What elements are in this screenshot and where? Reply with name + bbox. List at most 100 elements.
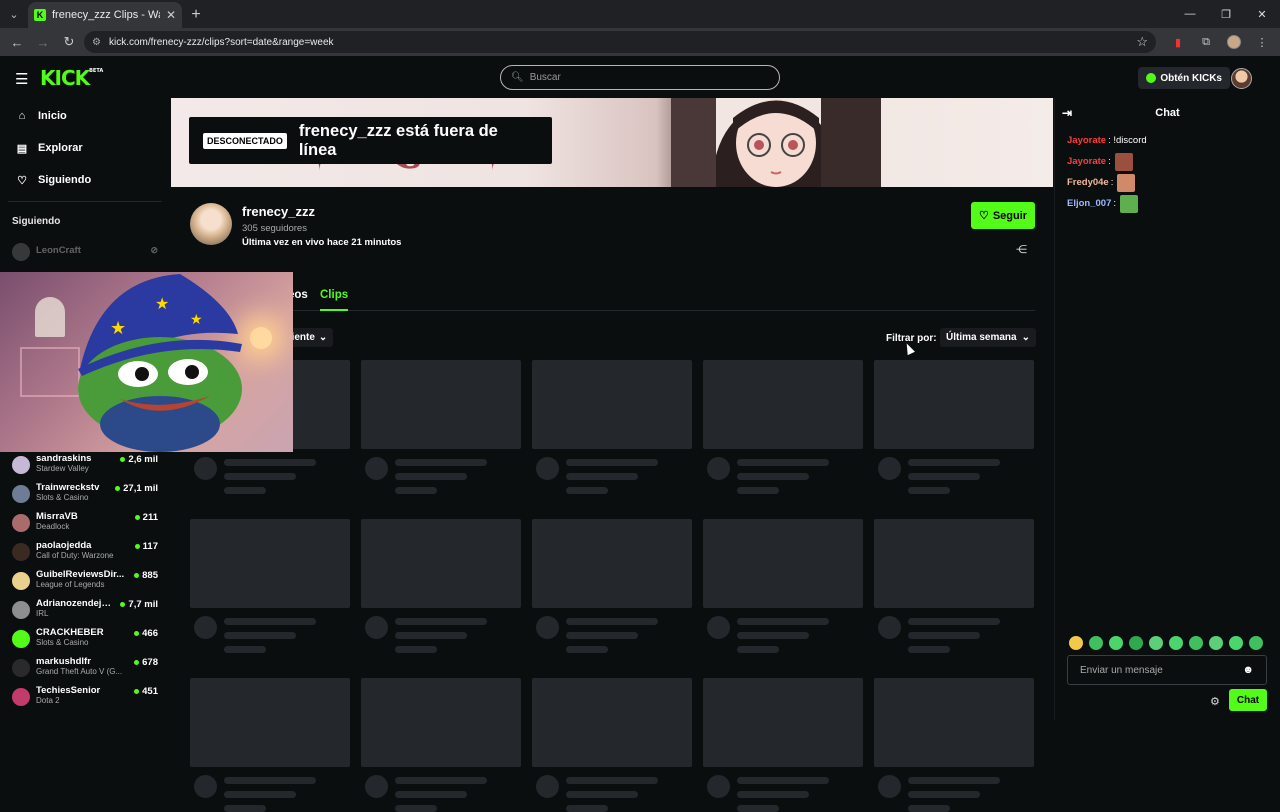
skeleton-avatar [536, 457, 559, 480]
chat-message: Fredy04e: [1055, 172, 1280, 193]
browser-tab[interactable]: K frenecy_zzz Clips - Watch Live o ✕ [28, 2, 182, 28]
emote-icon[interactable] [1189, 636, 1203, 650]
channel-offline[interactable]: LeonCraft ⊘ [0, 236, 170, 265]
profile-icon[interactable] [1222, 31, 1246, 53]
chat-text: : !discord [1108, 135, 1147, 146]
restore-icon[interactable]: ❐ [1208, 0, 1244, 28]
sidebar-channel-item[interactable]: GuibelReviewsDir... League of Legends 885 [0, 569, 170, 598]
viewer-count: 2,6 mil [120, 454, 158, 465]
chat-settings-icon[interactable]: ⚙ [1210, 695, 1220, 708]
skeleton-line [395, 646, 437, 653]
clip-thumbnail-placeholder [532, 360, 692, 449]
user-avatar[interactable] [1231, 68, 1252, 89]
sidebar-channel-item[interactable]: Adrianozendeja... IRL 7,7 mil [0, 598, 170, 627]
menu-icon[interactable]: ☰ [15, 70, 28, 88]
avatar [12, 485, 30, 503]
skeleton-line [908, 632, 980, 639]
range-select[interactable]: Última semana ⌄ [940, 328, 1036, 347]
emote-icon[interactable] [1249, 636, 1263, 650]
webcam-overlay: ★ ★ ★ ★ [0, 272, 293, 452]
close-tab-icon[interactable]: ✕ [166, 8, 176, 22]
sidebar-item-explore[interactable]: ▤ Explorar [0, 132, 170, 164]
sidebar-channel-item[interactable]: MisrraVB Deadlock 211 [0, 511, 170, 540]
follow-button[interactable]: ♡ Seguir [971, 202, 1035, 229]
emote-icon[interactable] [1229, 636, 1243, 650]
emote-icon[interactable] [1149, 636, 1163, 650]
tab-title: frenecy_zzz Clips - Watch Live o [52, 9, 160, 21]
viewer-count: 211 [134, 512, 158, 523]
skeleton-line [908, 646, 950, 653]
emote-icon[interactable] [1169, 636, 1183, 650]
site-info-icon[interactable]: ⚙ [92, 37, 101, 48]
minimize-icon[interactable]: — [1172, 0, 1208, 28]
skeleton-line [908, 777, 1000, 784]
chat-input[interactable]: Enviar un mensaje ☻ [1067, 655, 1267, 685]
extension-icon[interactable]: ▮ [1166, 31, 1190, 53]
clip-thumbnail-placeholder [361, 678, 521, 767]
sidebar-item-following[interactable]: ♡ Siguiendo [0, 164, 170, 196]
back-icon[interactable]: ← [6, 31, 28, 53]
emote-icon[interactable] [1089, 636, 1103, 650]
forward-icon[interactable]: → [32, 31, 54, 53]
follower-count: 305 seguidores [242, 223, 307, 234]
chat-username[interactable]: Fredy04e [1067, 177, 1109, 188]
filter-label: Filtrar por: [886, 333, 937, 344]
reload-icon[interactable]: ↻ [58, 31, 80, 53]
chat-username[interactable]: Eljon_007 [1067, 198, 1111, 209]
tab-search-icon[interactable]: ⌄ [0, 0, 28, 28]
search-icon: 🔍︎ [511, 72, 524, 83]
get-kicks-button[interactable]: Obtén KICKs [1138, 67, 1230, 89]
channel-name: frenecy_zzz [242, 204, 315, 219]
offline-banner: ✦ ❦ ✦ DESCONECTADO frenecy_zzz está fuer… [171, 98, 1053, 187]
skeleton-line [737, 805, 779, 812]
clip-thumbnail-placeholder [703, 360, 863, 449]
browser-menu-icon[interactable]: ⋮ [1250, 31, 1274, 53]
extensions-puzzle-icon[interactable]: ⧉ [1194, 31, 1218, 53]
emote-icon[interactable] [1069, 636, 1083, 650]
channel-name: markushdlfr [36, 656, 91, 667]
clip-thumbnail-placeholder [874, 678, 1034, 767]
svg-text:★: ★ [155, 296, 169, 313]
sidebar-item-home[interactable]: ⌂ Inicio [0, 100, 170, 132]
channel-info: TechiesSenior Dota 2 [36, 685, 128, 705]
tab-clips[interactable]: Clips [320, 289, 349, 311]
chat-username[interactable]: Jayorate [1067, 156, 1106, 167]
bookmark-star-icon[interactable]: ☆ [1136, 34, 1148, 50]
clip-card-skeleton [190, 678, 350, 812]
address-bar: ← → ↻ ⚙ kick.com/frenecy-zzz/clips?sort=… [0, 28, 1280, 56]
sidebar-channel-item[interactable]: TechiesSenior Dota 2 451 [0, 685, 170, 714]
live-dot-icon [134, 515, 140, 520]
chat-message: Eljon_007: [1055, 193, 1280, 214]
live-dot-icon [115, 486, 121, 491]
channel-category: Stardew Valley [36, 464, 89, 473]
emote-icon[interactable] [1129, 636, 1143, 650]
skeleton-line [737, 777, 829, 784]
sidebar-channel-item[interactable]: Trainwreckstv Slots & Casino 27,1 mil [0, 482, 170, 511]
chat-username[interactable]: Jayorate [1067, 135, 1106, 146]
search-input[interactable]: 🔍︎ Buscar [500, 65, 780, 90]
new-tab-icon[interactable]: + [182, 2, 210, 28]
skeleton-line [395, 777, 487, 784]
emote-icon[interactable] [1109, 636, 1123, 650]
clip-card-skeleton [532, 360, 692, 494]
offline-icon: ⊘ [150, 245, 158, 255]
channel-avatar[interactable] [190, 203, 232, 245]
share-icon[interactable]: ⋲ [1016, 243, 1027, 256]
send-chat-button[interactable]: Chat [1229, 689, 1267, 711]
url-field[interactable]: ⚙ kick.com/frenecy-zzz/clips?sort=date&r… [84, 31, 1156, 53]
window-controls: — ❐ ✕ [1172, 0, 1280, 28]
sidebar-channel-item[interactable]: markushdlfr Grand Theft Auto V (G... 678 [0, 656, 170, 685]
sidebar-channel-item[interactable]: CRACKHEBER Slots & Casino 466 [0, 627, 170, 656]
emoji-icon[interactable]: ☻ [1242, 664, 1254, 676]
channel-category: Call of Duty: Warzone [36, 551, 114, 560]
avatar [12, 243, 30, 261]
sidebar-channel-item[interactable]: paolaojedda Call of Duty: Warzone 117 [0, 540, 170, 569]
close-window-icon[interactable]: ✕ [1244, 0, 1280, 28]
sidebar-channel-item[interactable]: sandraskins Stardew Valley 2,6 mil [0, 453, 170, 482]
live-dot-icon [120, 602, 126, 607]
kick-logo[interactable]: KICKBETA [40, 66, 103, 90]
emote-icon[interactable] [1209, 636, 1223, 650]
collapse-chat-icon[interactable]: ⇥ [1062, 106, 1072, 120]
skeleton-avatar [365, 775, 388, 798]
channel-name: TechiesSenior [36, 685, 101, 696]
